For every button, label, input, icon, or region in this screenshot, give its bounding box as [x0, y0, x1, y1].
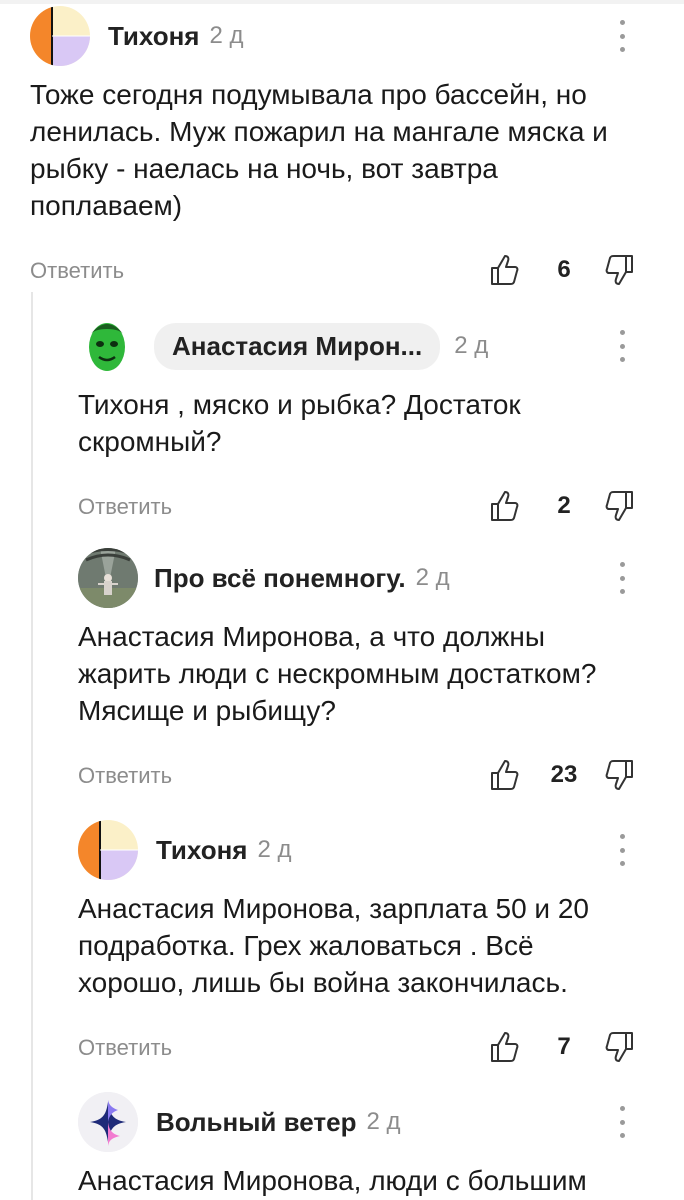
- comment-time: 2 д: [454, 332, 489, 359]
- thread-line: [31, 292, 33, 1200]
- comment-actions: Ответить 2: [78, 486, 634, 530]
- thumbs-down-icon[interactable]: [604, 254, 634, 288]
- more-options-icon[interactable]: [610, 834, 634, 866]
- like-count: 2: [557, 492, 571, 519]
- comment-text: Анастасия Миронова, зарплата 50 и 20 под…: [78, 893, 589, 998]
- thumbs-down-icon[interactable]: [604, 490, 634, 524]
- thumbs-down-icon[interactable]: [604, 759, 634, 793]
- like-count: 23: [550, 761, 578, 788]
- comment-actions: Ответить 6: [30, 250, 634, 294]
- color-block-avatar-icon[interactable]: [78, 820, 138, 880]
- comment-text: Тоже сегодня подумывала про бассейн, но …: [30, 79, 608, 221]
- comment-text: Анастасия Миронова, а что должны жарить …: [78, 621, 597, 726]
- comment-time: 2 д: [415, 564, 450, 591]
- green-face-avatar-icon[interactable]: [78, 317, 136, 375]
- reply-button[interactable]: Ответить: [78, 763, 172, 789]
- comment-header: Тихоня 2 д: [30, 6, 634, 66]
- star-avatar-icon[interactable]: [78, 1092, 138, 1152]
- comment-actions: Ответить 7: [78, 1027, 634, 1071]
- like-count: 7: [557, 1033, 571, 1060]
- author-name[interactable]: Вольный ветер: [156, 1107, 356, 1138]
- comment: Вольный ветер 2 д Анастасия Миронова, лю…: [78, 1092, 634, 1199]
- top-divider: [0, 0, 684, 4]
- comment: Тихоня 2 д Анастасия Миронова, зарплата …: [78, 820, 634, 1071]
- more-options-icon[interactable]: [610, 330, 634, 362]
- comment-text: Анастасия Миронова, люди с большим: [78, 1165, 587, 1196]
- comment-header: Тихоня 2 д: [78, 820, 634, 880]
- thumbs-up-icon[interactable]: [490, 757, 520, 791]
- comment-time: 2 д: [366, 1108, 401, 1135]
- comment-text: Тихоня , мяско и рыбка? Достаток скромны…: [78, 389, 521, 457]
- reply-button[interactable]: Ответить: [30, 258, 124, 284]
- comment-header: Анастасия Мирон... 2 д: [78, 316, 634, 376]
- thumbs-down-icon[interactable]: [604, 1031, 634, 1065]
- author-name[interactable]: Анастасия Мирон...: [154, 322, 441, 370]
- thumbs-up-icon[interactable]: [490, 488, 520, 522]
- comment: Про всё понемногу. 2 д Анастасия Миронов…: [78, 548, 634, 799]
- author-name[interactable]: Про всё понемногу.: [154, 563, 406, 594]
- thumbs-up-icon[interactable]: [490, 1029, 520, 1063]
- comment-time: 2 д: [209, 22, 244, 49]
- reply-button[interactable]: Ответить: [78, 1035, 172, 1061]
- comment: Анастасия Мирон... 2 д Тихоня , мяско и …: [78, 316, 634, 530]
- author-name[interactable]: Тихоня: [156, 835, 247, 866]
- comment-time: 2 д: [257, 836, 292, 863]
- comment-header: Вольный ветер 2 д: [78, 1092, 634, 1152]
- more-options-icon[interactable]: [610, 1106, 634, 1138]
- more-options-icon[interactable]: [610, 562, 634, 594]
- photo-avatar-icon[interactable]: [78, 548, 138, 608]
- comment: Тихоня 2 д Тоже сегодня подумывала про б…: [30, 6, 634, 294]
- like-count: 6: [557, 256, 571, 283]
- color-block-avatar-icon[interactable]: [30, 6, 90, 66]
- comment-header: Про всё понемногу. 2 д: [78, 548, 634, 608]
- more-options-icon[interactable]: [610, 20, 634, 52]
- thumbs-up-icon[interactable]: [490, 252, 520, 286]
- comment-actions: Ответить 23: [78, 755, 634, 799]
- author-name[interactable]: Тихоня: [108, 21, 199, 52]
- reply-button[interactable]: Ответить: [78, 494, 172, 520]
